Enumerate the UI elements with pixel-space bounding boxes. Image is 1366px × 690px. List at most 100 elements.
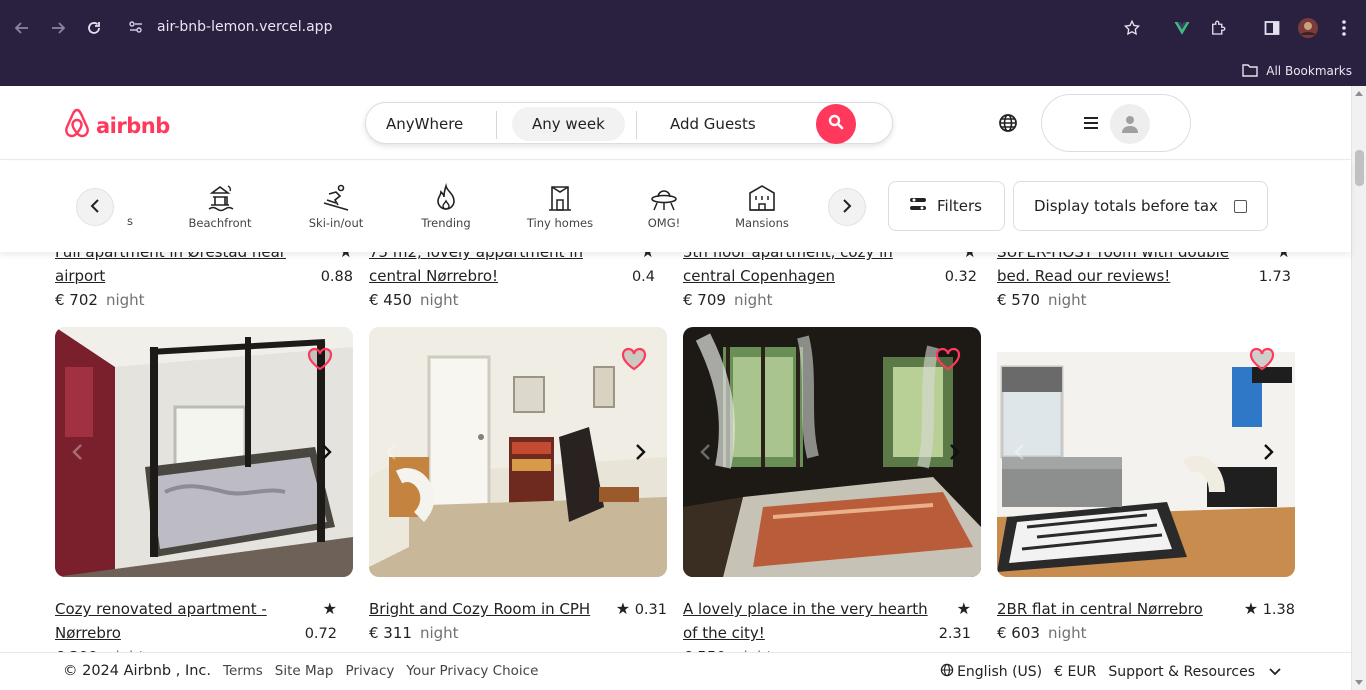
display-totals-toggle[interactable]: Display totals before tax [1013, 181, 1268, 231]
listing-rating: ★ 1.38 [1243, 597, 1295, 622]
photo-prev-icon[interactable] [1013, 443, 1031, 461]
language-button[interactable]: English (US) [940, 663, 1042, 681]
listing-price-unit: night [1047, 624, 1087, 642]
search-divider [636, 111, 637, 139]
scrollbar-thumb[interactable] [1355, 150, 1364, 186]
photo-prev-icon[interactable] [71, 443, 89, 461]
listing-photo[interactable] [55, 327, 353, 577]
currency-button[interactable]: € EUR [1054, 664, 1096, 680]
category-next-button[interactable] [828, 188, 866, 226]
search-add-guests[interactable]: Add Guests [670, 107, 756, 141]
search-any-week[interactable]: Any week [512, 107, 625, 141]
category-tiny-homes[interactable]: Tiny homes [515, 183, 605, 230]
footer-link-terms[interactable]: Terms [223, 663, 263, 679]
display-totals-checkbox[interactable] [1234, 200, 1247, 213]
chevron-down-icon [1269, 664, 1281, 680]
category-label: Tiny homes [526, 216, 594, 230]
display-totals-label: Display totals before tax [1034, 197, 1218, 215]
listing-rating: ★ 2.31 [923, 597, 971, 646]
site-settings-icon[interactable] [128, 19, 146, 37]
scroll-up-icon[interactable] [1355, 91, 1363, 96]
user-avatar-icon [1110, 104, 1150, 144]
profile-avatar-icon[interactable] [1294, 14, 1322, 42]
photo-next-icon[interactable] [633, 443, 651, 461]
extensions-puzzle-icon[interactable] [1204, 14, 1232, 42]
address-bar[interactable]: air-bnb-lemon.vercel.app [157, 19, 332, 35]
beachfront-icon [208, 185, 234, 212]
listing-title[interactable]: Bright and Cozy Room in CPH [369, 597, 619, 621]
listing-price-unit: night [419, 624, 459, 642]
filters-button[interactable]: Filters [888, 181, 1005, 231]
heart-icon[interactable] [1249, 347, 1275, 371]
category-prev-button[interactable] [76, 188, 114, 226]
vue-extension-icon[interactable] [1168, 14, 1196, 42]
footer-link-privacy-choice[interactable]: Your Privacy Choice [406, 663, 538, 679]
forward-arrow-icon[interactable] [46, 16, 70, 40]
listing-price: € 709 night [683, 288, 773, 312]
listing-title[interactable]: 2BR flat in central Nørrebro [997, 597, 1237, 621]
mansion-icon [749, 185, 775, 211]
footer-right: English (US) € EUR Support & Resources [940, 663, 1281, 681]
listing-rating-value: 0.31 [634, 602, 667, 618]
search-anywhere[interactable]: AnyWhere [386, 107, 463, 141]
listing-rating: ★ 0.72 [289, 597, 337, 646]
listing-photo[interactable] [369, 327, 667, 577]
filters-label: Filters [937, 197, 982, 215]
listing-photo[interactable] [997, 327, 1295, 577]
flame-icon [437, 183, 455, 210]
search-button[interactable] [816, 104, 856, 144]
support-resources-button[interactable]: Support & Resources [1108, 664, 1281, 680]
category-label: Beachfront [188, 216, 252, 230]
footer-left: © 2024 Airbnb , Inc. Terms Site Map Priv… [63, 663, 538, 679]
category-beachfront[interactable]: Beachfront [175, 183, 265, 230]
category-trending[interactable]: Trending [401, 183, 491, 230]
listing-title[interactable]: Cozy renovated apartment - Nørrebro [55, 597, 295, 645]
tiny-home-icon [549, 186, 571, 211]
back-arrow-icon[interactable] [10, 16, 34, 40]
user-menu-button[interactable] [1041, 94, 1191, 152]
star-icon: ★ [322, 599, 337, 618]
category-ski[interactable]: Ski-in/out [291, 183, 381, 230]
category-cut-label[interactable]: s [127, 214, 133, 228]
category-label: Mansions [735, 216, 789, 230]
photo-prev-icon[interactable] [699, 443, 717, 461]
scroll-down-icon[interactable] [1355, 680, 1363, 685]
language-label: English (US) [957, 664, 1043, 680]
browser-menu-icon[interactable] [1330, 14, 1358, 42]
heart-icon[interactable] [307, 347, 333, 371]
globe-icon[interactable] [998, 113, 1020, 135]
listing-title[interactable]: A lovely place in the very hearth of the… [683, 597, 933, 645]
bookmark-star-icon[interactable] [1118, 14, 1146, 42]
search-bar[interactable]: AnyWhere Any week Add Guests [365, 102, 893, 144]
airbnb-logo[interactable]: airbnb [63, 108, 170, 143]
listing-rating-value: 0.32 [944, 269, 977, 285]
photo-next-icon[interactable] [947, 443, 965, 461]
all-bookmarks-button[interactable]: All Bookmarks [1242, 56, 1352, 86]
category-label: Trending [421, 216, 471, 230]
page: airbnb AnyWhere Any week Add Guests s Be… [0, 86, 1366, 690]
listing-price: € 603 night [997, 621, 1087, 645]
listing-price-value: € 709 [683, 291, 726, 309]
listing-rating-value: 1.73 [1258, 269, 1291, 285]
photo-next-icon[interactable] [1261, 443, 1279, 461]
star-icon: ★ [615, 599, 631, 618]
heart-icon[interactable] [621, 347, 647, 371]
photo-next-icon[interactable] [319, 443, 337, 461]
listing-photo[interactable] [683, 327, 981, 577]
listing-price: € 570 night [997, 288, 1087, 312]
browser-chrome: air-bnb-lemon.vercel.app All Bookmarks [0, 0, 1366, 86]
listing-price: € 311 night [369, 621, 459, 645]
chevron-right-icon [842, 198, 852, 217]
side-panel-icon[interactable] [1258, 14, 1286, 42]
category-label: Ski-in/out [308, 216, 364, 230]
category-bar: s Beachfront Ski-in/out Trending Tiny ho… [0, 161, 1351, 252]
footer-link-privacy[interactable]: Privacy [345, 663, 394, 679]
category-mansions[interactable]: Mansions [717, 183, 807, 230]
globe-icon [940, 663, 954, 681]
page-scrollbar[interactable] [1351, 86, 1366, 690]
photo-prev-icon[interactable] [385, 443, 403, 461]
footer-link-sitemap[interactable]: Site Map [275, 663, 334, 679]
reload-icon[interactable] [82, 16, 106, 40]
category-omg[interactable]: OMG! [619, 183, 709, 230]
heart-icon[interactable] [935, 347, 961, 371]
